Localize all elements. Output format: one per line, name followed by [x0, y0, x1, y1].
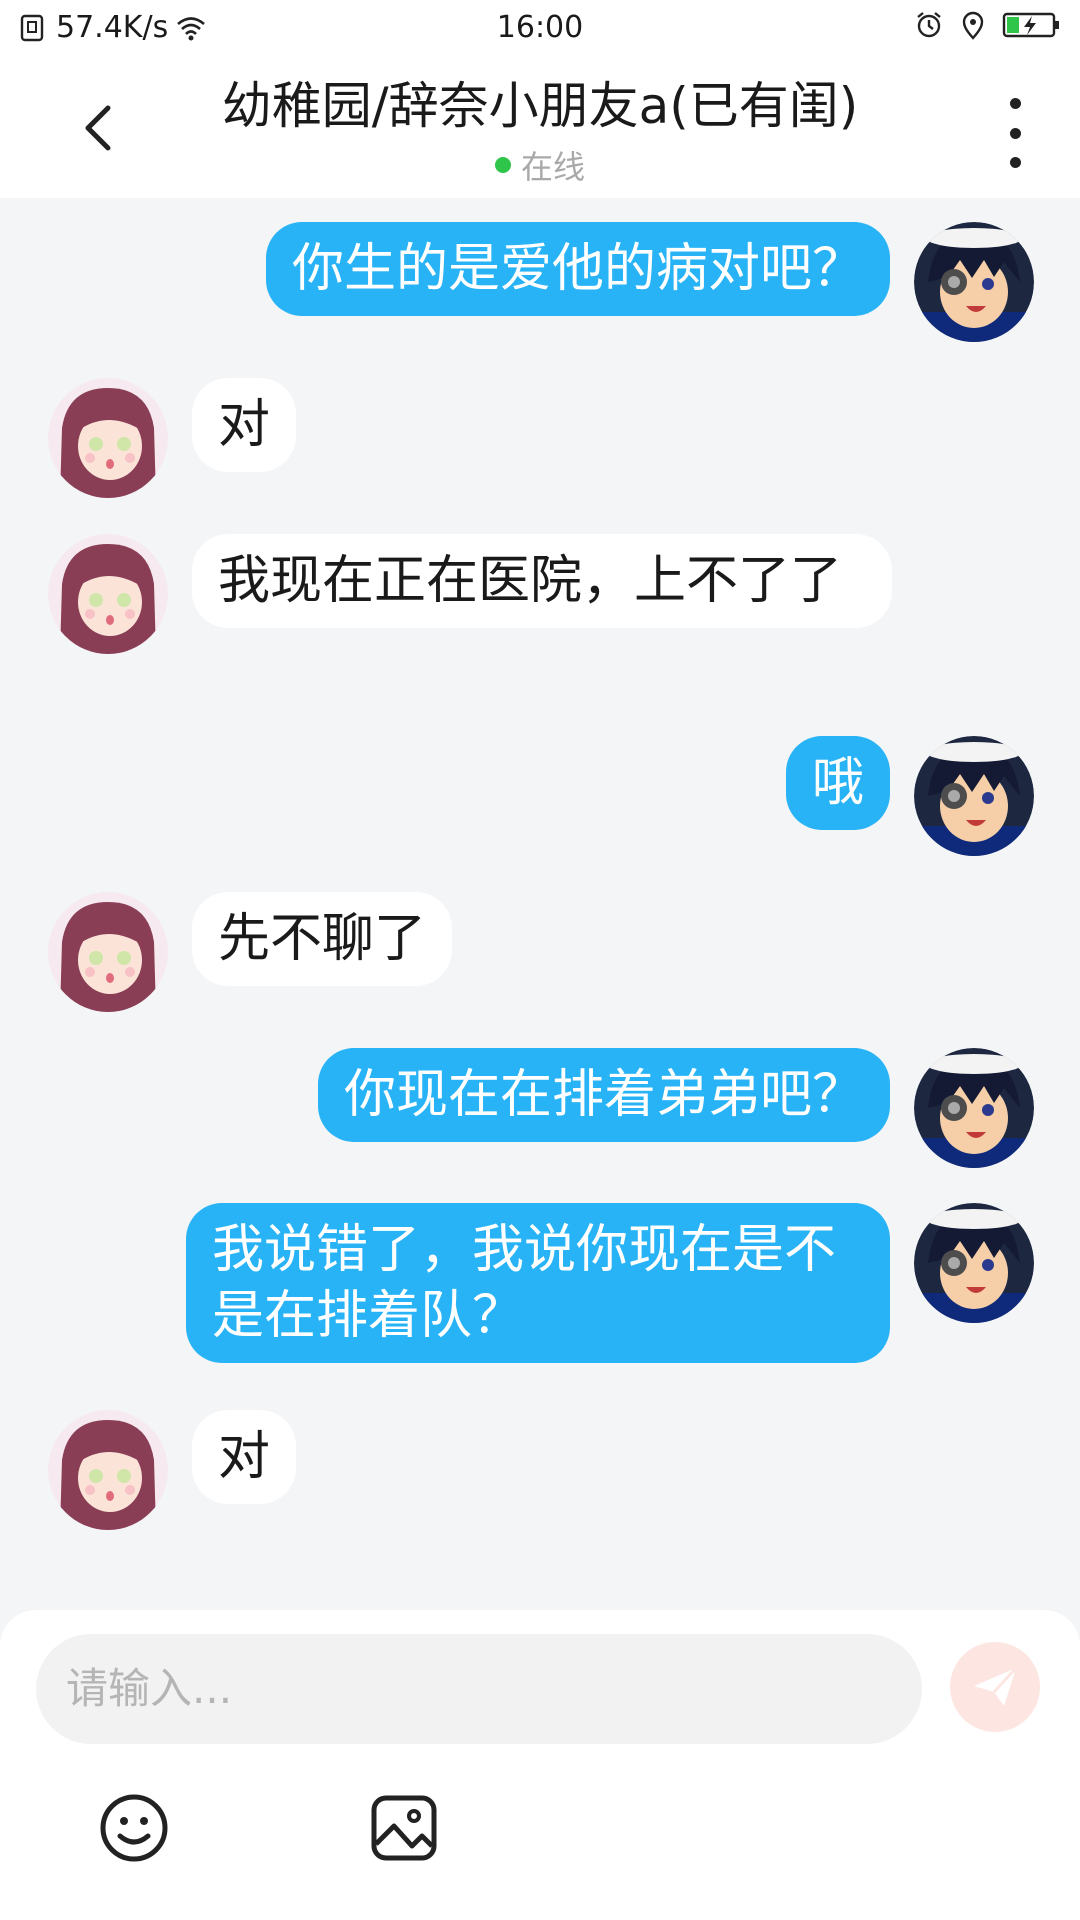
emoji-icon[interactable]: [98, 1792, 170, 1864]
message-bubble[interactable]: 你生的是爱他的病对吧？: [265, 222, 890, 316]
chat-header: 幼稚园/辞奈小朋友a(已有闺) 在线: [0, 58, 1080, 198]
status-right: [914, 10, 1062, 40]
message-outgoing: 哦: [785, 736, 1034, 856]
user-avatar[interactable]: [914, 1203, 1034, 1323]
presence-status: 在线: [150, 142, 930, 188]
message-bubble[interactable]: 哦: [785, 736, 890, 830]
back-arrow-icon[interactable]: [70, 98, 130, 158]
status-bar: 57.4K/s 16:00: [0, 0, 1080, 58]
message-bubble[interactable]: 对: [192, 378, 297, 472]
online-dot: [494, 157, 511, 173]
message-incoming: 对: [48, 378, 297, 498]
presence-label: 在线: [520, 148, 585, 186]
message-outgoing: 你生的是爱他的病对吧？: [265, 222, 1034, 342]
location-icon: [962, 11, 984, 40]
message-incoming: 先不聊了: [48, 892, 453, 1012]
send-icon: [974, 1666, 1018, 1706]
message-bubble[interactable]: 先不聊了: [192, 892, 453, 986]
message-bubble[interactable]: 我现在正在医院，上不了了: [192, 534, 892, 628]
contact-avatar[interactable]: [48, 378, 168, 498]
message-bubble[interactable]: 我说错了，我说你现在是不是在排着队？: [186, 1203, 890, 1363]
title-block: 幼稚园/辞奈小朋友a(已有闺) 在线: [150, 66, 930, 188]
contact-avatar[interactable]: [48, 892, 168, 1012]
chat-title: 幼稚园/辞奈小朋友a(已有闺): [221, 77, 859, 135]
user-avatar[interactable]: [914, 1048, 1034, 1168]
more-options-icon[interactable]: [1000, 98, 1030, 168]
composer-panel: 请输入...: [0, 1610, 1080, 1920]
message-list: 你生的是爱他的病对吧？ 对 我现在正在医院，上不了了 哦 先不聊了 你现在在排着…: [0, 198, 1080, 1608]
message-outgoing: 你现在在排着弟弟吧？: [317, 1048, 1034, 1168]
user-avatar[interactable]: [914, 222, 1034, 342]
message-bubble[interactable]: 对: [192, 1410, 297, 1504]
message-bubble[interactable]: 你现在在排着弟弟吧？: [317, 1048, 890, 1142]
contact-avatar[interactable]: [48, 1410, 168, 1530]
message-incoming: 对: [48, 1410, 297, 1530]
contact-avatar[interactable]: [48, 534, 168, 654]
image-icon[interactable]: [368, 1792, 440, 1864]
message-incoming: 我现在正在医院，上不了了: [48, 534, 892, 654]
message-input[interactable]: 请输入...: [36, 1634, 922, 1744]
alarm-icon: [917, 12, 941, 38]
send-button[interactable]: [950, 1642, 1040, 1732]
user-avatar[interactable]: [914, 736, 1034, 856]
message-outgoing: 我说错了，我说你现在是不是在排着队？: [186, 1203, 1034, 1363]
battery-charging-icon: [1002, 12, 1059, 38]
